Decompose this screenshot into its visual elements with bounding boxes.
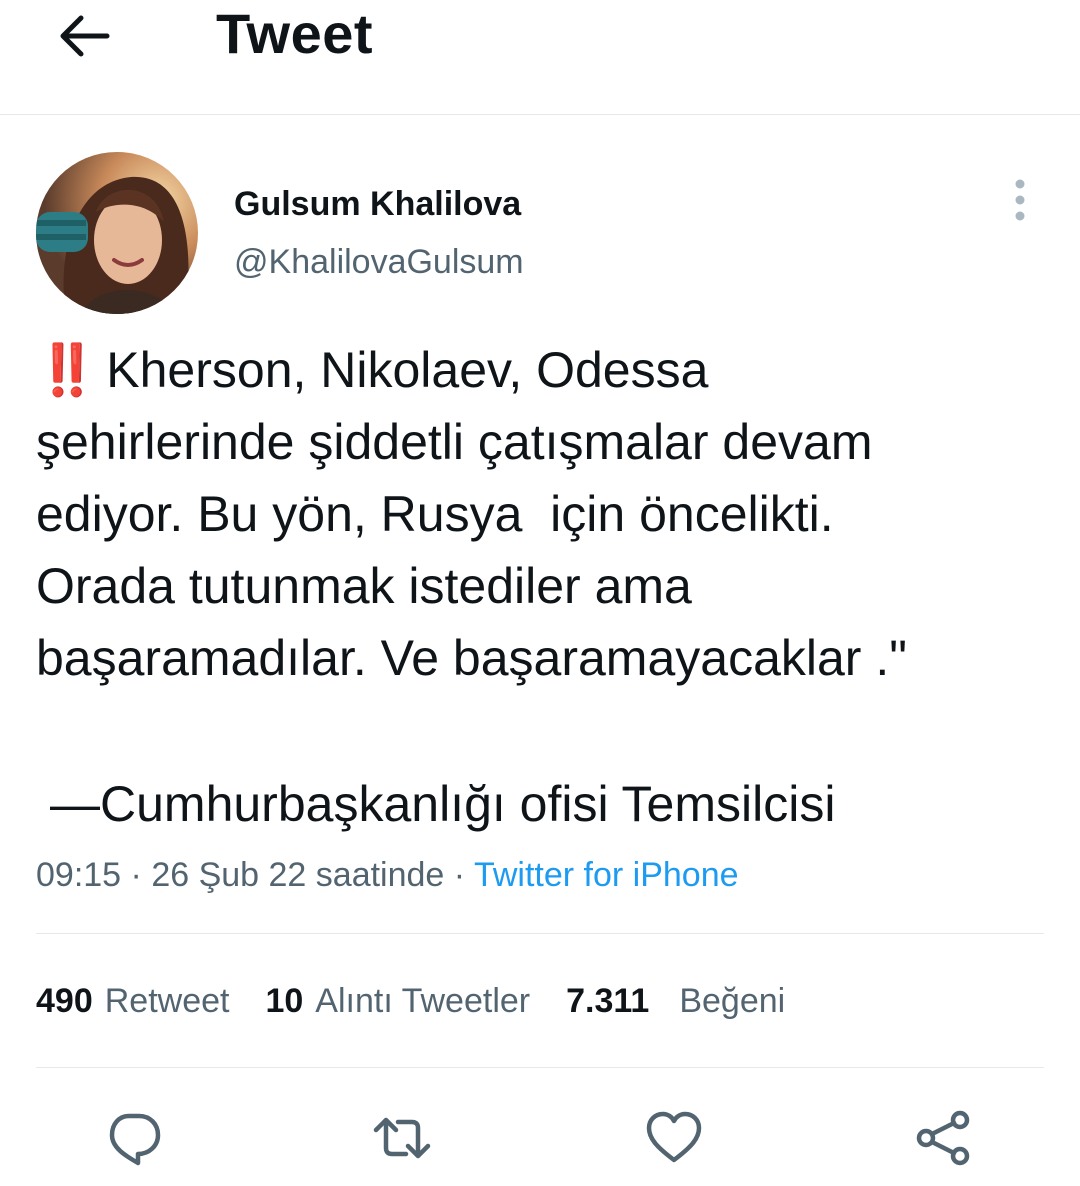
avatar-photo	[36, 152, 198, 314]
meta-divider	[36, 933, 1044, 934]
header-divider	[0, 114, 1080, 115]
share-button[interactable]	[912, 1106, 976, 1170]
retweets-label: Retweet	[104, 982, 230, 1020]
quote-tweets-label: Alıntı Tweetler	[315, 982, 531, 1020]
tweet-meta: 09:15 · 26 Şub 22 saatinde · Twitter for…	[36, 852, 739, 898]
stats-divider	[36, 1067, 1044, 1068]
tweet-time[interactable]: 09:15	[36, 856, 121, 894]
share-icon	[916, 1110, 970, 1166]
reply-button[interactable]	[102, 1106, 166, 1170]
back-button[interactable]	[52, 8, 116, 64]
meta-separator: ·	[444, 856, 474, 894]
quote-tweets-count: 10	[265, 982, 304, 1020]
like-button[interactable]	[642, 1106, 706, 1170]
likes-stat[interactable]: 7.311 Beğeni	[566, 978, 785, 1024]
arrow-left-icon	[60, 15, 110, 57]
reply-icon	[109, 1113, 161, 1166]
retweets-stat[interactable]: 490 Retweet	[36, 978, 229, 1024]
more-options-button[interactable]	[996, 176, 1044, 224]
author-handle[interactable]: @KhalilovaGulsum	[234, 242, 524, 282]
retweets-count: 490	[36, 982, 93, 1020]
tweet-line-4: Orada tutunmak istediler ama	[36, 558, 692, 614]
tweet-line-2: şehirlerinde şiddetli çatışmalar devam	[36, 414, 873, 470]
tweet-date[interactable]: 26 Şub 22 saatinde	[151, 856, 444, 894]
author-display-name[interactable]: Gulsum Khalilova	[234, 184, 521, 224]
more-vertical-icon	[1015, 179, 1025, 221]
tweet-attribution: —Cumhurbaşkanlığı ofisi Temsilcisi	[50, 776, 836, 832]
page-title: Tweet	[216, 2, 374, 65]
quote-tweets-stat[interactable]: 10 Alıntı Tweetler	[265, 978, 530, 1024]
tweet-source-link[interactable]: Twitter for iPhone	[474, 856, 739, 894]
tweet-stats: 490 Retweet 10 Alıntı Tweetler 7.311 Beğ…	[36, 978, 821, 1024]
meta-separator: ·	[121, 856, 152, 894]
avatar[interactable]	[36, 152, 198, 314]
tweet-text: ‼️ Kherson, Nikolaev, Odessa şehirlerinde…	[36, 334, 1046, 694]
tweet-line-3: ediyor. Bu yön, Rusya için öncelikti.	[36, 486, 834, 542]
tweet-line-5: başaramadılar. Ve başaramayacaklar ."	[36, 630, 907, 686]
tweet-line-1: ‼️ Kherson, Nikolaev, Odessa	[36, 342, 709, 398]
likes-count: 7.311	[566, 982, 650, 1020]
likes-label: Beğeni	[679, 982, 786, 1020]
double-exclamation-emoji: ‼️	[36, 342, 98, 398]
retweet-button[interactable]	[370, 1106, 434, 1170]
heart-icon	[646, 1111, 702, 1163]
retweet-icon	[373, 1117, 431, 1159]
